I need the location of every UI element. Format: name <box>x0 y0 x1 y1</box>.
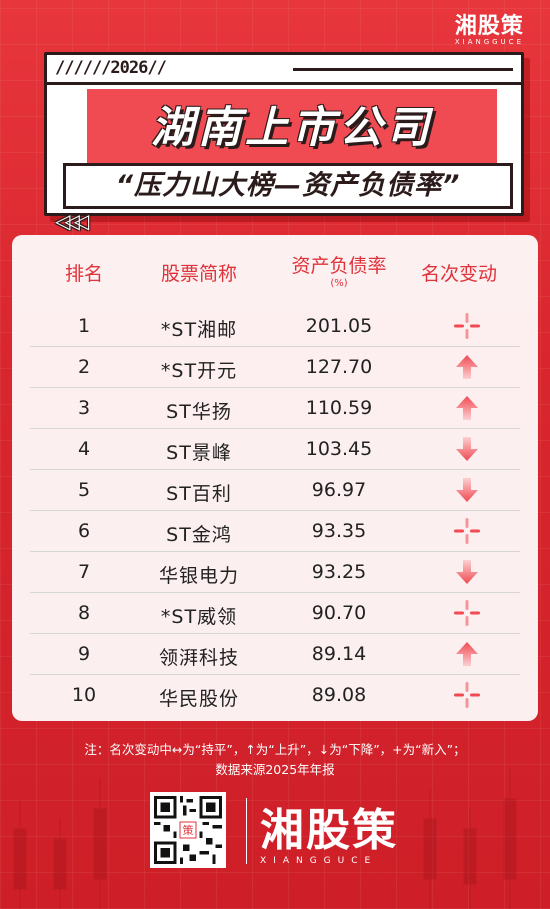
debt-ratio-cell: 201.05 <box>305 315 373 337</box>
arrow-up-icon <box>424 392 510 424</box>
debt-ratio-cell: 96.97 <box>311 479 367 501</box>
plus-new-icon <box>424 679 510 711</box>
debt-ratio-cell: 103.45 <box>305 438 373 460</box>
stock-name-cell: 华民股份 <box>158 688 239 710</box>
debt-ratio-cell: 127.70 <box>305 356 373 378</box>
table-body: 1 *ST湘邮 201.05 2 *ST开元 127.70 3 ST华扬 110.59 4 ST景峰… <box>30 306 520 716</box>
title-card-topbar: //////2026// <box>47 55 521 85</box>
footnote-source: 数据来源2025年年报 <box>215 762 335 777</box>
stock-name-cell: 华银电力 <box>158 565 239 587</box>
rank-cell: 8 <box>77 602 91 624</box>
stock-name-cell: ST景峰 <box>166 442 232 464</box>
qr-center-label: 策 <box>183 823 194 837</box>
header-ratio-label: 资产负债率 <box>291 255 387 277</box>
arrow-up-icon <box>424 638 510 670</box>
brand-logo-sub: XIANGGUCE <box>454 38 524 46</box>
header-change: 名次变动 <box>420 263 497 285</box>
table-row: 3 ST华扬 110.59 <box>30 388 520 429</box>
page-title: 湖南上市公司 <box>151 103 433 153</box>
debt-ratio-cell: 89.08 <box>311 684 367 706</box>
rank-cell: 10 <box>71 684 97 706</box>
qr-code-icon: 策 <box>154 796 222 864</box>
plus-new-icon <box>424 515 510 547</box>
table-row: 7 华银电力 93.25 <box>30 552 520 593</box>
brand-logo-name: 湘股策 <box>454 14 524 39</box>
rank-cell: 3 <box>77 397 91 419</box>
table-row: 2 *ST开元 127.70 <box>30 347 520 388</box>
header-stock: 股票简称 <box>160 263 237 285</box>
arrow-down-icon <box>424 474 510 506</box>
table-row: 6 ST金鸿 93.35 <box>30 511 520 552</box>
footer-brand-name: 湘股策 <box>260 805 398 856</box>
table-row: 8 *ST威领 90.70 <box>30 593 520 634</box>
title-card: //////2026// 湖南上市公司 “压力山大榜—资产负债率” ◁◁◁ <box>44 52 524 233</box>
table-row: 1 *ST湘邮 201.05 <box>30 306 520 347</box>
stock-name-cell: ST金鸿 <box>166 524 232 546</box>
rank-cell: 6 <box>77 520 91 542</box>
table-row: 5 ST百利 96.97 <box>30 470 520 511</box>
stock-name-cell: *ST湘邮 <box>160 319 238 341</box>
year-label: //////2026// <box>55 58 167 78</box>
arrow-down-icon <box>424 433 510 465</box>
arrow-up-icon <box>424 351 510 383</box>
stock-name-cell: *ST开元 <box>160 360 238 382</box>
footer: 策 湘股策 XIANGGUCE <box>150 792 410 872</box>
debt-ratio-cell: 93.25 <box>311 561 367 583</box>
stock-name-cell: 领湃科技 <box>158 647 239 669</box>
debt-ratio-cell: 89.14 <box>311 643 367 665</box>
header-ratio: 资产负债率 (%) <box>274 251 404 289</box>
plus-new-icon <box>424 597 510 629</box>
plus-new-icon <box>424 310 510 342</box>
arrow-down-icon <box>424 556 510 588</box>
rank-cell: 5 <box>77 479 91 501</box>
table-row: 10 华民股份 89.08 <box>30 675 520 716</box>
rank-cell: 2 <box>77 356 91 378</box>
arrows-decoration-icon: ◁◁◁ <box>55 209 89 233</box>
debt-ratio-cell: 90.70 <box>311 602 367 624</box>
rank-cell: 4 <box>77 438 91 460</box>
header-rank: 排名 <box>64 263 103 285</box>
footer-brand: 湘股策 XIANGGUCE <box>260 794 398 866</box>
title-banner: 湖南上市公司 “压力山大榜—资产负债率” ◁◁◁ <box>55 89 513 233</box>
footnote-legend: 注：名次变动中↔为“持平”，↑为“上升”，↓为“下降”，+为“新入”； <box>84 742 466 757</box>
qr-code[interactable]: 策 <box>150 792 226 868</box>
table-row: 9 领湃科技 89.14 <box>30 634 520 675</box>
table-row: 4 ST景峰 103.45 <box>30 429 520 470</box>
debt-ratio-cell: 110.59 <box>305 397 373 419</box>
table-header: 排名 股票简称 资产负债率 (%) 名次变动 <box>12 249 538 305</box>
debt-ratio-cell: 93.35 <box>311 520 367 542</box>
brand-logo-top: 湘股策 XIANGGUCE <box>455 8 524 46</box>
rank-cell: 1 <box>77 315 91 337</box>
rank-cell: 7 <box>77 561 91 583</box>
ranking-table: 排名 股票简称 资产负债率 (%) 名次变动 1 *ST湘邮 201.05 2 *ST开… <box>12 235 538 721</box>
page-subtitle: “压力山大榜—资产负债率” <box>63 163 513 209</box>
footer-divider <box>246 798 247 864</box>
stock-name-cell: *ST威领 <box>160 606 238 628</box>
header-ratio-unit: (%) <box>330 278 348 289</box>
footnote: 注：名次变动中↔为“持平”，↑为“上升”，↓为“下降”，+为“新入”； 数据来源… <box>0 740 550 780</box>
rank-cell: 9 <box>77 643 91 665</box>
topbar-line <box>293 68 513 71</box>
stock-name-cell: ST百利 <box>166 483 232 505</box>
stock-name-cell: ST华扬 <box>166 401 232 423</box>
